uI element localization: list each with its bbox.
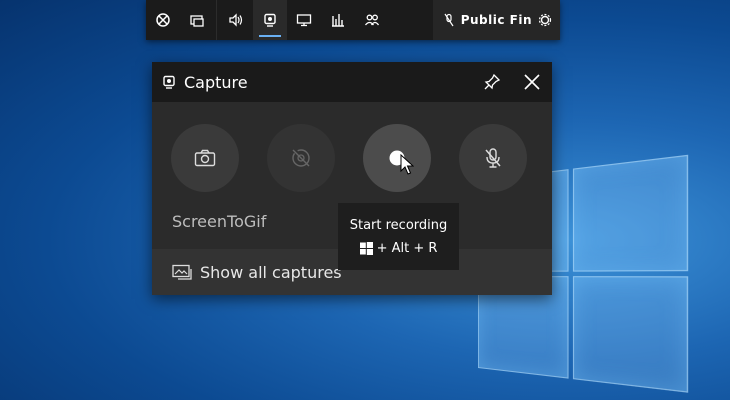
screenshot-button[interactable] <box>171 124 239 192</box>
audio-button[interactable] <box>219 0 253 40</box>
capture-widget-header[interactable]: Capture <box>152 62 552 102</box>
gear-icon[interactable] <box>538 13 552 27</box>
capture-icon <box>264 13 276 27</box>
show-all-captures-label: Show all captures <box>200 262 342 282</box>
microphone-off-icon <box>485 148 501 168</box>
camera-icon <box>194 149 216 167</box>
windows-key-icon <box>359 241 373 255</box>
xbox-icon <box>156 13 170 27</box>
resources-button[interactable] <box>321 0 355 40</box>
separator <box>216 0 217 40</box>
social-button[interactable] <box>355 0 389 40</box>
xbox-button[interactable] <box>146 0 180 40</box>
performance-icon <box>190 15 204 27</box>
captured-app-name: ScreenToGif <box>172 212 267 231</box>
game-bar: Public Fin <box>146 0 560 40</box>
close-button[interactable] <box>512 62 552 102</box>
tooltip-shortcut: + Alt + R <box>359 240 438 256</box>
pin-icon <box>484 73 501 90</box>
capture-icon <box>163 75 175 89</box>
gamebar-time: Public Fin <box>460 13 532 27</box>
microphone-button[interactable] <box>459 124 527 192</box>
performance-button[interactable] <box>180 0 214 40</box>
gamebar-right-area: Public Fin <box>432 0 560 40</box>
gallery-icon <box>172 264 192 280</box>
capture-tab[interactable] <box>253 0 287 40</box>
close-icon <box>524 74 540 90</box>
tooltip-shortcut-keys: + Alt + R <box>376 240 438 256</box>
audio-icon <box>229 13 243 27</box>
display-icon <box>296 14 312 27</box>
start-recording-tooltip: Start recording + Alt + R <box>338 203 459 270</box>
resources-icon <box>332 14 344 27</box>
start-recording-button[interactable] <box>363 124 431 192</box>
capture-title: Capture <box>184 72 248 92</box>
record-last-button[interactable] <box>267 124 335 192</box>
record-last-30s-icon <box>292 149 310 167</box>
mic-muted-icon <box>444 13 454 27</box>
tooltip-title: Start recording <box>349 217 448 233</box>
display-button[interactable] <box>287 0 321 40</box>
pin-button[interactable] <box>472 62 512 102</box>
mouse-cursor-icon <box>400 154 414 175</box>
social-icon <box>364 14 380 26</box>
